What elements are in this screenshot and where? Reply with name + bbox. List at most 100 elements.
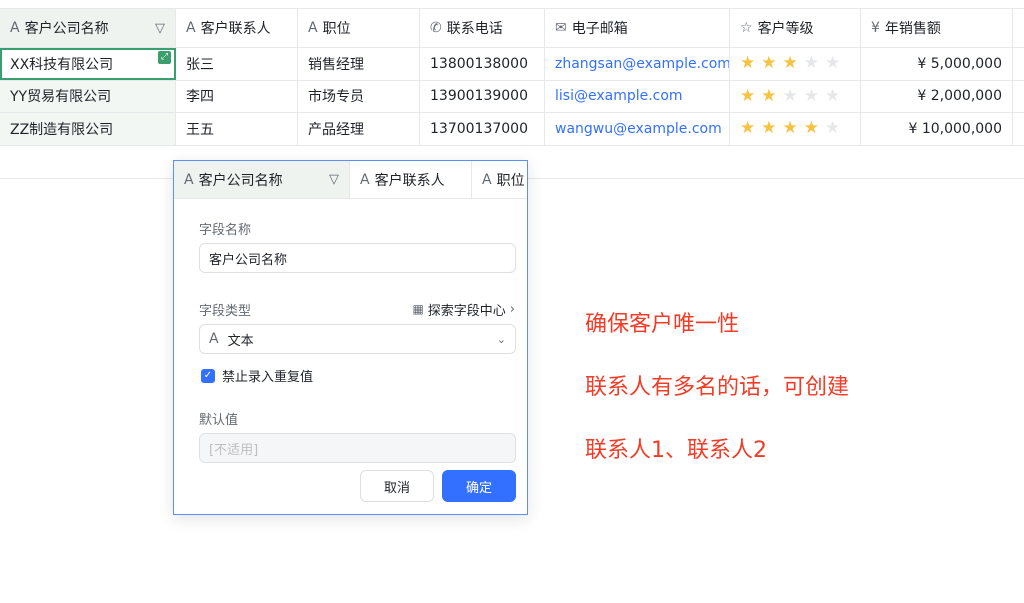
default-value-input: [不适用]	[199, 433, 516, 463]
annotation-note: 联系人1、联系人2	[585, 438, 767, 463]
phone-cell[interactable]: 13900139000	[420, 80, 545, 112]
annotation-note: 确保客户唯一性	[585, 312, 740, 337]
star-empty-icon[interactable]: ★	[825, 55, 840, 72]
rating-cell[interactable]: ★ ★ ★ ★ ★	[730, 113, 861, 145]
column-header-overflow	[1013, 9, 1024, 47]
checkbox-checked-icon[interactable]: ✓	[201, 368, 215, 383]
rating-cell[interactable]: ★ ★ ★ ★ ★	[730, 48, 861, 80]
column-header-rating[interactable]: ☆ 客户等级	[730, 9, 861, 47]
grid-header-row: A 客户公司名称 ▽ A 客户联系人 A 职位 ✆ 联系电话 ✉ 电子邮箱 ☆ …	[0, 8, 1024, 48]
annotation-note: 联系人有多名的话，可创建	[585, 375, 850, 400]
text-field-icon: A	[209, 331, 219, 347]
popup-column-header-title[interactable]: A 职位	[472, 161, 527, 198]
field-type-label-row: 字段类型 ▦ 探索字段中心 ›	[199, 300, 515, 319]
label-text: 字段名称	[199, 222, 252, 238]
contact-cell[interactable]: 张三	[176, 48, 298, 80]
grid-icon: ▦	[412, 302, 424, 316]
expand-icon[interactable]: ⤢	[158, 51, 171, 64]
company-cell[interactable]: XX科技有限公司 ⤢	[0, 48, 176, 80]
label-text: 字段类型	[199, 303, 252, 319]
field-type-select[interactable]: A 文本 ⌄	[199, 324, 516, 354]
column-header-title[interactable]: A 职位	[298, 9, 420, 47]
column-header-label: 客户公司名称	[198, 172, 283, 189]
title-cell[interactable]: 市场专员	[298, 80, 420, 112]
table-row[interactable]: ZZ制造有限公司 王五 产品经理 13700137000 wangwu@exam…	[0, 113, 1024, 146]
email-cell[interactable]: zhangsan@example.com	[545, 48, 730, 80]
checkbox-label: 禁止录入重复值	[222, 370, 314, 385]
sales-cell[interactable]: ¥ 10,000,000	[861, 113, 1013, 145]
select-value: 文本	[227, 333, 254, 349]
column-header-label: 客户公司名称	[24, 21, 109, 37]
column-header-label: 年销售额	[884, 21, 941, 37]
star-filled-icon[interactable]: ★	[783, 55, 798, 72]
star-filled-icon[interactable]: ★	[783, 120, 798, 137]
text-field-icon: A	[360, 171, 370, 188]
star-empty-icon[interactable]: ★	[825, 120, 840, 137]
star-filled-icon[interactable]: ★	[761, 120, 776, 137]
overflow-cell	[1013, 81, 1024, 113]
table-row[interactable]: YY贸易有限公司 李四 市场专员 13900139000 lisi@exampl…	[0, 80, 1024, 113]
filter-icon[interactable]: ▽	[155, 21, 165, 36]
sales-cell[interactable]: ¥ 2,000,000	[861, 80, 1013, 112]
chevron-down-icon: ⌄	[496, 332, 506, 346]
column-header-label: 客户联系人	[200, 21, 271, 37]
column-header-sales[interactable]: ¥ 年销售额	[861, 9, 1013, 47]
rating-cell[interactable]: ★ ★ ★ ★ ★	[730, 80, 861, 112]
star-empty-icon[interactable]: ★	[825, 87, 840, 105]
email-cell[interactable]: lisi@example.com	[545, 80, 730, 112]
rating-stars[interactable]: ★ ★ ★ ★ ★	[740, 55, 840, 72]
field-settings-form: 字段名称 客户公司名称 字段类型 ▦ 探索字段中心 › A 文本 ⌄ ✓ 禁止录…	[174, 199, 527, 463]
text-field-icon: A	[10, 20, 20, 36]
explore-field-center-link[interactable]: ▦ 探索字段中心 ›	[412, 300, 515, 319]
rating-stars[interactable]: ★ ★ ★ ★ ★	[740, 120, 840, 137]
default-value-label: 默认值	[199, 409, 515, 428]
rating-stars[interactable]: ★ ★ ★ ★ ★	[740, 87, 840, 105]
overflow-cell	[1013, 113, 1024, 145]
star-filled-icon[interactable]: ★	[740, 87, 755, 105]
input-value: 客户公司名称	[209, 252, 288, 268]
star-filled-icon[interactable]: ★	[740, 55, 755, 72]
email-cell[interactable]: wangwu@example.com	[545, 113, 730, 145]
popup-header-row: A 客户公司名称 ▽ A 客户联系人 A 职位	[174, 161, 527, 199]
text-field-icon: A	[186, 20, 196, 36]
column-header-label: 职位	[496, 172, 525, 189]
title-cell[interactable]: 产品经理	[298, 113, 420, 145]
popup-column-header-company[interactable]: A 客户公司名称 ▽	[174, 161, 350, 198]
star-empty-icon[interactable]: ★	[783, 87, 798, 105]
phone-icon: ✆	[430, 20, 442, 36]
column-header-email[interactable]: ✉ 电子邮箱	[545, 9, 730, 47]
star-filled-icon[interactable]: ★	[740, 120, 755, 137]
popup-column-header-contact[interactable]: A 客户联系人	[350, 161, 472, 198]
link-label: 探索字段中心	[427, 303, 506, 319]
star-filled-icon[interactable]: ★	[761, 55, 776, 72]
sales-cell[interactable]: ¥ 5,000,000	[861, 48, 1013, 80]
column-header-label: 客户联系人	[374, 172, 445, 189]
input-placeholder: [不适用]	[209, 442, 259, 458]
star-empty-icon[interactable]: ★	[804, 55, 819, 72]
contact-cell[interactable]: 李四	[176, 80, 298, 112]
cancel-button[interactable]: 取消	[360, 470, 434, 502]
cell-text: XX科技有限公司	[10, 56, 114, 73]
table-row[interactable]: XX科技有限公司 ⤢ 张三 销售经理 13800138000 zhangsan@…	[0, 48, 1024, 81]
mail-icon: ✉	[555, 20, 567, 36]
filter-icon[interactable]: ▽	[329, 172, 339, 187]
star-filled-icon[interactable]: ★	[804, 120, 819, 137]
confirm-button[interactable]: 确定	[442, 470, 516, 502]
column-header-contact[interactable]: A 客户联系人	[176, 9, 298, 47]
popup-actions: 取消 确定	[360, 470, 516, 502]
company-cell[interactable]: ZZ制造有限公司	[0, 113, 176, 145]
overflow-cell	[1013, 48, 1024, 80]
field-name-input[interactable]: 客户公司名称	[199, 243, 516, 273]
column-header-company[interactable]: A 客户公司名称 ▽	[0, 9, 176, 47]
no-duplicate-option[interactable]: ✓ 禁止录入重复值	[199, 366, 515, 385]
contact-cell[interactable]: 王五	[176, 113, 298, 145]
phone-cell[interactable]: 13700137000	[420, 113, 545, 145]
star-filled-icon[interactable]: ★	[761, 87, 776, 105]
field-name-label: 字段名称	[199, 219, 515, 238]
column-header-label: 客户等级	[757, 21, 814, 37]
title-cell[interactable]: 销售经理	[298, 48, 420, 80]
column-header-phone[interactable]: ✆ 联系电话	[420, 9, 545, 47]
phone-cell[interactable]: 13800138000	[420, 48, 545, 80]
star-empty-icon[interactable]: ★	[804, 87, 819, 105]
company-cell[interactable]: YY贸易有限公司	[0, 80, 176, 112]
